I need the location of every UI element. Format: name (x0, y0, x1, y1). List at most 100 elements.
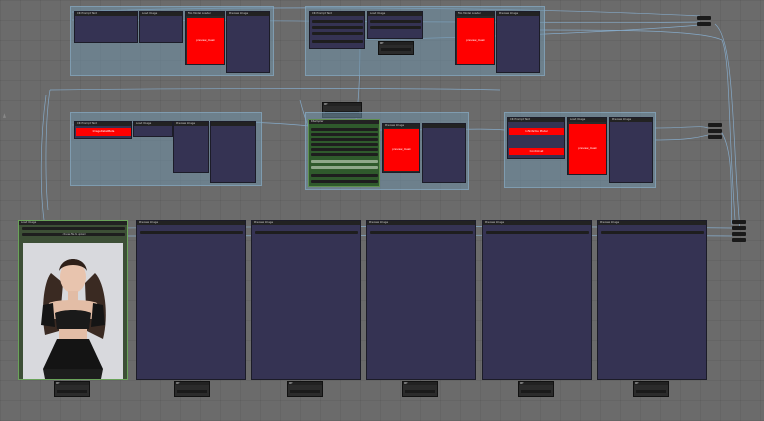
node-title: CR Prompt Text (310, 12, 364, 16)
node-title (423, 124, 465, 128)
node-title: Preview Image (598, 221, 706, 225)
param-field[interactable] (311, 133, 378, 136)
mini-int-node[interactable]: INT (287, 381, 323, 397)
group-top-1[interactable]: CR Prompt Text Load Image FAL Model Load… (70, 6, 274, 76)
node-model-loader[interactable]: FAL Model Loader preview_mask (455, 11, 495, 65)
prompt-field[interactable] (312, 32, 363, 35)
run-button[interactable] (311, 160, 378, 163)
preview-field[interactable] (255, 231, 358, 234)
param-field[interactable] (311, 128, 378, 131)
red-status-label: ImageDetailBeta (76, 128, 131, 136)
canvas-side-label: ► (0, 113, 8, 118)
node-load-image-input[interactable]: Load Image choose file to upload (18, 220, 128, 380)
node-title: CR Prompt Text (508, 118, 564, 122)
mini-value-field[interactable] (381, 48, 411, 51)
node-title: CR Prompt Text (75, 122, 131, 126)
node-title: Preview Image (227, 12, 269, 16)
node-title: FAL Model Loader (186, 12, 224, 16)
mini-value-field[interactable] (521, 390, 551, 393)
mini-value-field[interactable] (290, 390, 320, 393)
node-preview-image[interactable]: Preview Image (226, 11, 270, 73)
red-mask-preview: preview_mask (187, 18, 224, 64)
group-mid-1[interactable]: CR Prompt Text ImageDetailBeta Load Imag… (70, 112, 262, 186)
group-mid-3[interactable]: CR Prompt Text InfiniteYou Model Control… (504, 112, 656, 188)
image-field[interactable] (370, 26, 421, 29)
preview-field[interactable] (140, 231, 243, 234)
mini-value-field[interactable] (636, 390, 666, 393)
preview-image-node-1[interactable]: Preview Image (136, 220, 246, 380)
mini-value-field[interactable] (405, 390, 435, 393)
mini-int-node[interactable]: INT (174, 381, 210, 397)
image-field[interactable] (370, 20, 421, 23)
node-prompt-text[interactable]: CR Prompt Text ImageDetailBeta (74, 121, 132, 139)
param-field[interactable] (311, 180, 378, 183)
red-mask-preview: preview_mask (569, 124, 606, 174)
node-preview-image-2[interactable] (210, 121, 256, 183)
node-title: Load Image (140, 12, 182, 16)
node-ksampler[interactable]: KSampler (308, 119, 380, 187)
node-preview-image[interactable]: Preview Image (496, 11, 540, 73)
node-prompt-text[interactable]: CR Prompt Text InfiniteYou Model Control… (507, 117, 565, 159)
param-field[interactable] (311, 153, 378, 156)
mini-title: INT (634, 382, 668, 385)
reroute-node[interactable] (708, 123, 722, 127)
param-field[interactable] (311, 138, 378, 141)
prompt-field[interactable] (312, 40, 363, 43)
group-mid-2[interactable]: KSampler Preview Image preview_mask (305, 112, 469, 190)
preview-image-node-3[interactable]: Preview Image (366, 220, 476, 380)
node-load-image[interactable]: Load Image (367, 11, 423, 39)
reroute-node[interactable] (732, 232, 746, 236)
preview-field[interactable] (601, 231, 704, 234)
mini-title: INT (379, 42, 413, 45)
node-load-image[interactable]: Load Image (139, 11, 183, 43)
reroute-node[interactable] (697, 22, 711, 26)
node-model-loader[interactable]: Load Image preview_mask (567, 117, 607, 175)
mini-value-field[interactable] (57, 390, 87, 393)
node-title: Preview Image (483, 221, 591, 225)
mini-title: INT (403, 382, 437, 385)
reroute-node[interactable] (708, 129, 722, 133)
param-field[interactable] (311, 143, 378, 146)
node-prompt-text[interactable]: CR Prompt Text (74, 11, 138, 43)
node-preview-image[interactable]: Preview Image (609, 117, 653, 183)
node-title: Preview Image (174, 122, 208, 126)
reroute-node[interactable] (732, 220, 746, 224)
node-preview-image[interactable] (422, 123, 466, 183)
mini-value-field[interactable] (177, 390, 207, 393)
node-title: Load Image (134, 122, 172, 126)
upload-button[interactable]: choose file to upload (22, 233, 125, 236)
preview-field[interactable] (486, 231, 589, 234)
reroute-node[interactable] (697, 16, 711, 20)
group-top-2[interactable]: CR Prompt Text Load Image INT FAL Model … (305, 6, 545, 76)
reroute-node[interactable] (732, 238, 746, 242)
node-load-image[interactable]: Load Image (133, 121, 173, 137)
mini-int-node[interactable]: INT (378, 41, 414, 55)
preview-image-node-5[interactable]: Preview Image (597, 220, 707, 380)
mini-int-node[interactable]: INT (402, 381, 438, 397)
prompt-field[interactable] (312, 20, 363, 23)
mini-title: INT (175, 382, 209, 385)
mini-int-node[interactable]: INT (54, 381, 90, 397)
node-title: Load Image (368, 12, 422, 16)
mini-title: INT (288, 382, 322, 385)
reroute-node[interactable] (708, 135, 722, 139)
mini-title: INT (323, 103, 361, 106)
node-title: CR Prompt Text (75, 12, 137, 16)
run-button[interactable] (311, 166, 378, 169)
image-select-field[interactable] (22, 227, 125, 230)
mini-int-node[interactable]: INT (518, 381, 554, 397)
red-status-label: InfiniteYou Model (509, 128, 564, 135)
red-status-label: Controlnet (509, 148, 564, 155)
reroute-node[interactable] (732, 226, 746, 230)
preview-image-node-4[interactable]: Preview Image (482, 220, 592, 380)
preview-field[interactable] (370, 231, 473, 234)
param-field[interactable] (311, 148, 378, 151)
mini-int-node[interactable]: INT (633, 381, 669, 397)
node-mask-preview[interactable]: Preview Image preview_mask (382, 123, 420, 173)
node-prompt-text[interactable]: CR Prompt Text (309, 11, 365, 49)
param-field[interactable] (311, 174, 378, 177)
preview-image-node-2[interactable]: Preview Image (251, 220, 361, 380)
node-model-loader[interactable]: FAL Model Loader preview_mask (185, 11, 225, 65)
node-preview-image[interactable]: Preview Image (173, 121, 209, 173)
prompt-field[interactable] (312, 26, 363, 29)
